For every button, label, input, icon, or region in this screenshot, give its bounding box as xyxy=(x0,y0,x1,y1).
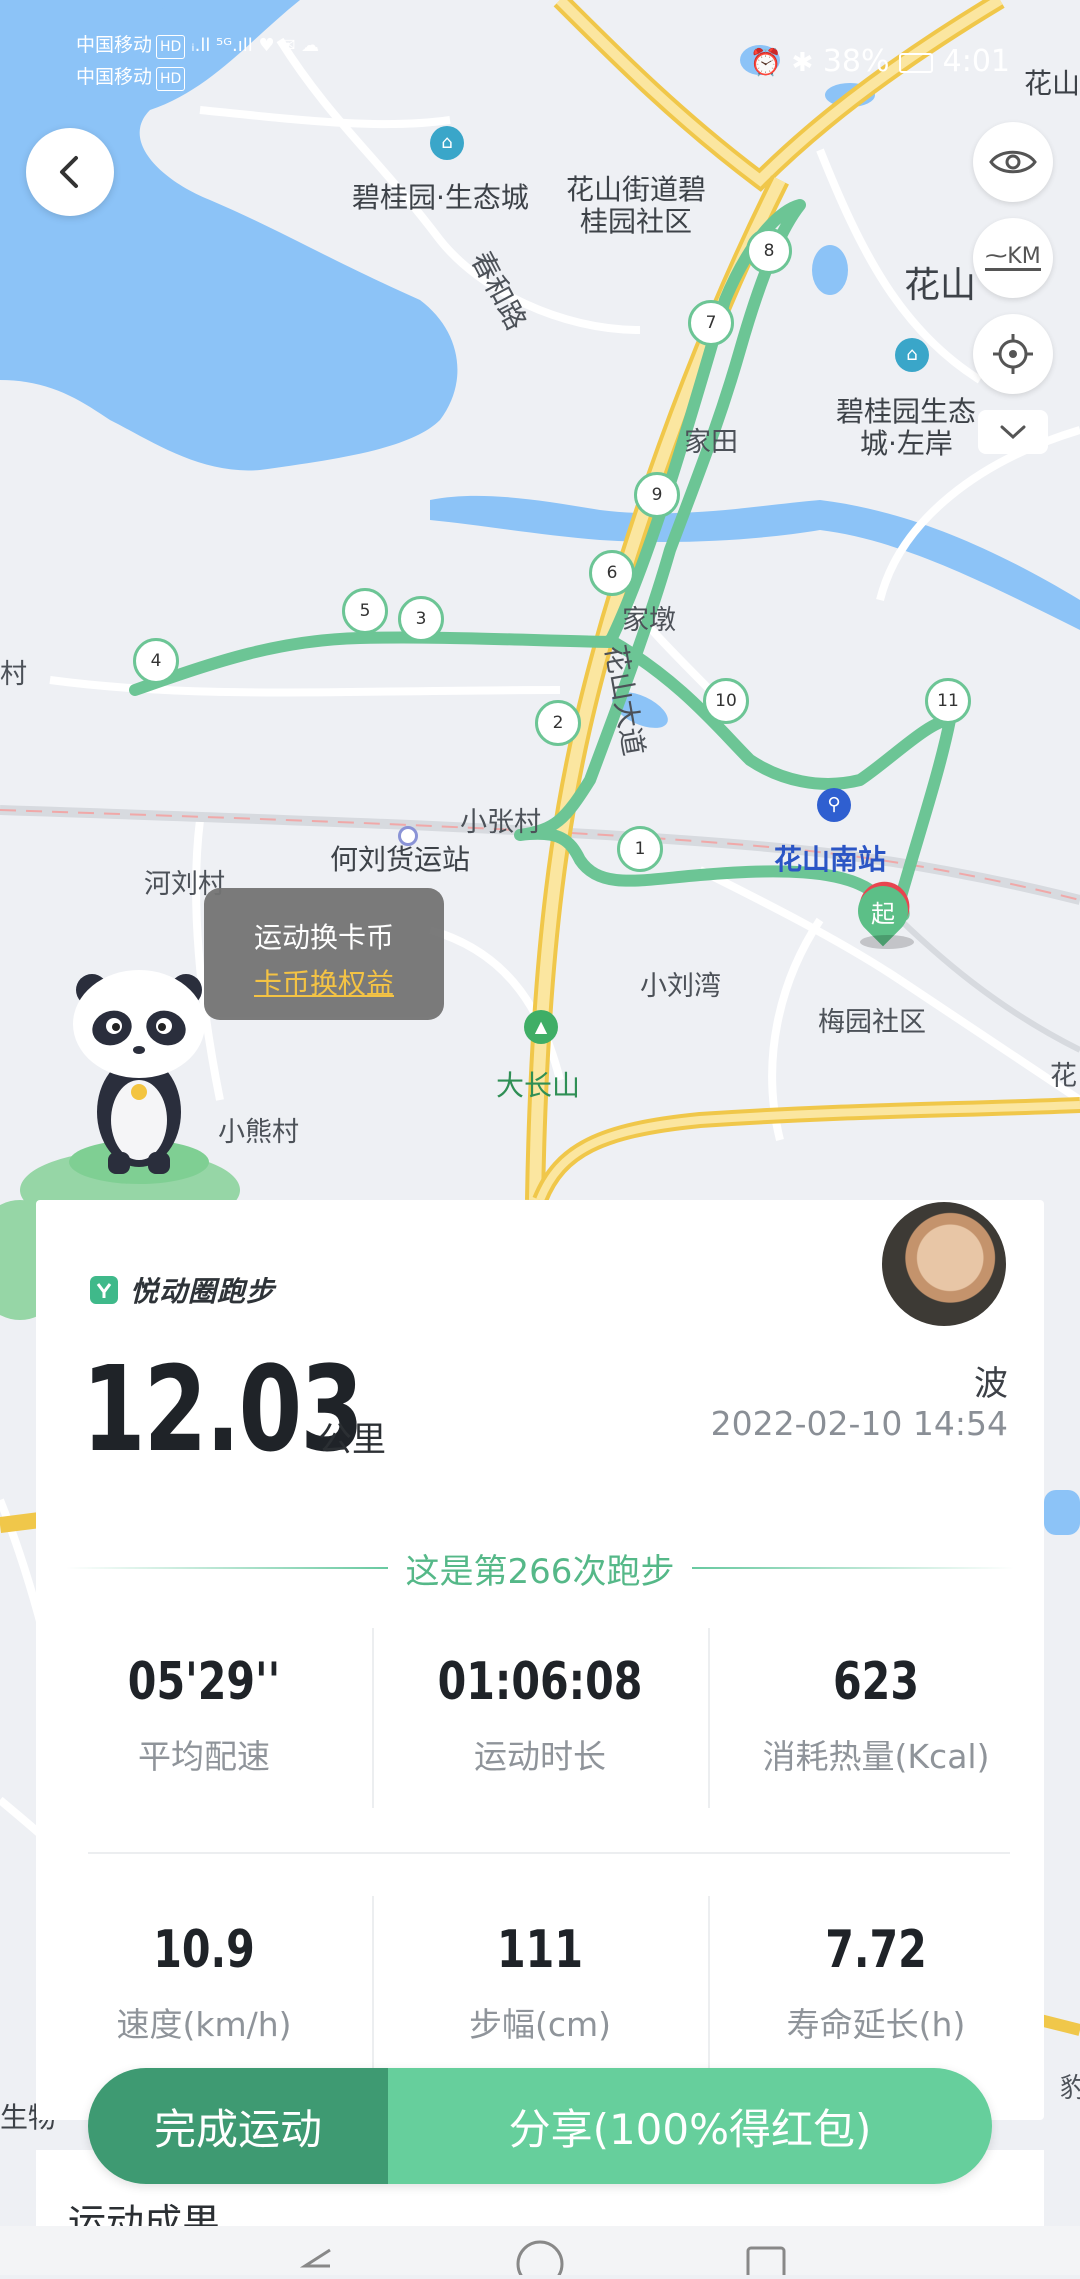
finish-workout-button[interactable]: 完成运动 xyxy=(88,2068,388,2184)
nav-home-icon[interactable] xyxy=(516,2240,564,2279)
stat-speed: 10.9 速度(km/h) xyxy=(36,1920,372,2046)
result-card: 悦动圈跑步 12.03 公里 波 2022-02-10 14:54 这是第266… xyxy=(36,1200,1044,2120)
stat-value: 10.9 xyxy=(153,1920,255,1980)
km-icon: ⁓KM xyxy=(985,243,1041,271)
stat-stride: 111 步幅(cm) xyxy=(372,1920,708,2046)
system-nav-bar xyxy=(0,2226,1080,2279)
back-button[interactable] xyxy=(26,128,114,216)
status-right: ⏰ ✱ 38% 4:01 xyxy=(750,44,1010,79)
route-marker-11[interactable]: 11 xyxy=(925,678,971,724)
start-marker-shadow xyxy=(860,935,914,949)
crosshair-icon xyxy=(993,334,1033,374)
brand-logo-icon xyxy=(90,1276,118,1304)
divider xyxy=(372,1896,374,2076)
stat-label: 速度(km/h) xyxy=(116,2005,292,2044)
visibility-button[interactable] xyxy=(973,122,1053,202)
route-marker-7[interactable]: 7 xyxy=(688,300,734,346)
route-marker-2[interactable]: 2 xyxy=(535,700,581,746)
map-label: 花 xyxy=(1050,1061,1077,1092)
map-label: 家田 xyxy=(684,427,738,458)
clock: 4:01 xyxy=(942,44,1010,79)
stat-value: 01:06:08 xyxy=(437,1652,643,1712)
run-count-divider: 这是第266次跑步 xyxy=(66,1538,1014,1598)
brand-name: 悦动圈跑步 xyxy=(130,1275,276,1308)
residence-icon: ⌂ xyxy=(430,126,464,160)
map-label: 花山 xyxy=(904,265,977,306)
username: 波 xyxy=(974,1364,1008,1404)
action-bar: 完成运动 分享(100%得红包) xyxy=(88,2068,992,2184)
stat-label: 寿命延长(h) xyxy=(786,2005,966,2044)
map-label: 小熊村 xyxy=(218,1117,299,1148)
run-count: 这是第266次跑步 xyxy=(405,1551,675,1592)
route-marker-5[interactable]: 5 xyxy=(342,588,388,634)
battery-percent: 38% xyxy=(822,44,890,79)
route-marker-8[interactable]: 8 xyxy=(746,228,792,274)
battery-icon xyxy=(899,52,934,73)
collapse-controls-button[interactable] xyxy=(978,410,1048,454)
map-label: 小张村 xyxy=(460,807,541,838)
stat-value: 623 xyxy=(833,1652,919,1712)
stat-label: 消耗热量(Kcal) xyxy=(762,1737,990,1776)
map-label: 花山南站 xyxy=(774,843,887,876)
distance-unit: 公里 xyxy=(318,1420,386,1460)
coin-tooltip[interactable]: 运动换卡币 卡币换权益 xyxy=(204,888,444,1020)
map-label: 村 xyxy=(0,659,27,690)
divider xyxy=(372,1628,374,1808)
stat-calories: 623 消耗热量(Kcal) xyxy=(708,1652,1044,1778)
brand: 悦动圈跑步 xyxy=(90,1270,275,1310)
map-label: 豹 xyxy=(1060,2073,1080,2104)
stat-life-extension: 7.72 寿命延长(h) xyxy=(708,1920,1044,2046)
map-label: 何刘货运站 xyxy=(330,843,471,876)
divider xyxy=(88,1852,1010,1854)
nav-back-icon[interactable] xyxy=(299,2248,331,2268)
stat-label: 步幅(cm) xyxy=(468,2005,612,2044)
map-label: 桂园社区 xyxy=(580,205,693,238)
chevron-left-icon xyxy=(60,156,78,188)
eye-icon xyxy=(989,150,1037,174)
km-markers-button[interactable]: ⁓KM xyxy=(973,218,1053,298)
start-marker-label: 起 xyxy=(871,900,895,928)
route-marker-10[interactable]: 10 xyxy=(703,678,749,724)
map-label: 小刘湾 xyxy=(640,971,721,1002)
divider xyxy=(708,1896,710,2076)
map-label: 碧桂园·生态城 xyxy=(352,181,529,214)
map-label: 城·左岸 xyxy=(860,427,953,460)
route-marker-9[interactable]: 9 xyxy=(634,472,680,518)
route-marker-6[interactable]: 6 xyxy=(589,550,635,596)
mountain-icon: ▲ xyxy=(524,1010,558,1044)
stat-value: 05'29'' xyxy=(127,1652,281,1712)
panda-icon xyxy=(69,970,209,1184)
nav-recents-icon[interactable] xyxy=(746,2246,786,2279)
map-label: 大长山 xyxy=(496,1069,581,1102)
alarm-icon: ⏰ xyxy=(749,48,782,78)
route-marker-3[interactable]: 3 xyxy=(398,596,444,642)
residence-icon: ⌂ xyxy=(895,338,929,372)
status-carrier-2: 中国移动 HD xyxy=(76,66,186,91)
stat-value: 7.72 xyxy=(825,1920,927,1980)
map-label: 家墩 xyxy=(622,605,676,636)
map-label: 花山 xyxy=(1024,67,1080,100)
map-label: 梅园社区 xyxy=(818,1007,926,1038)
stat-avg-pace: 05'29'' 平均配速 xyxy=(36,1652,372,1778)
user-avatar[interactable] xyxy=(880,1200,1008,1328)
share-button[interactable]: 分享(100%得红包) xyxy=(388,2068,992,2184)
chevron-down-icon xyxy=(1000,425,1026,440)
panda-mascot[interactable] xyxy=(64,962,214,1192)
locate-button[interactable] xyxy=(973,314,1053,394)
stat-duration: 01:06:08 运动时长 xyxy=(372,1652,708,1778)
tooltip-line-1: 运动换卡币 xyxy=(253,921,394,954)
route-marker-4[interactable]: 4 xyxy=(133,638,179,684)
nfc-icon: ✱ xyxy=(791,48,814,78)
train-station-icon: ⚲ xyxy=(817,788,851,822)
run-datetime: 2022-02-10 14:54 xyxy=(710,1404,1008,1443)
stat-label: 运动时长 xyxy=(474,1737,606,1776)
stat-label: 平均配速 xyxy=(138,1737,270,1776)
stat-value: 111 xyxy=(497,1920,583,1980)
divider xyxy=(708,1628,710,1808)
tooltip-link[interactable]: 卡币换权益 xyxy=(204,962,444,1002)
route-marker-1[interactable]: 1 xyxy=(617,826,663,872)
status-carrier-1: 中国移动 HD ᵢ.ll ⁵ᴳ.ıll ♥ ✉ ☁ xyxy=(76,34,319,59)
